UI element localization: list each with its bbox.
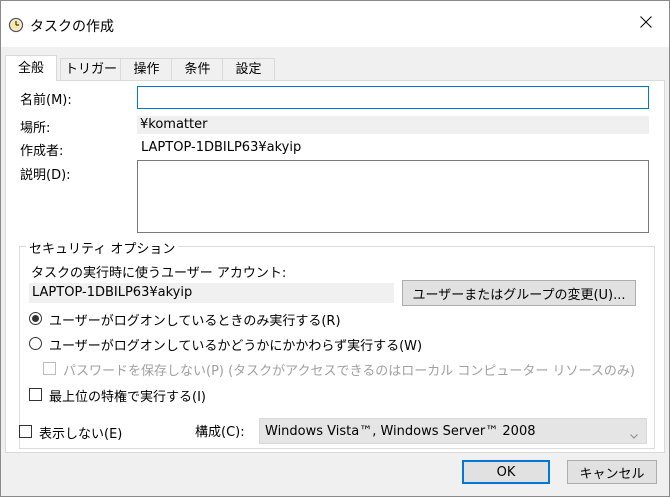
change-user-group-button[interactable]: ユーザーまたはグループの変更(U)... <box>402 280 636 306</box>
radio-run-whether-logged-on-label[interactable]: ユーザーがログオンしているかどうかにかかわらず実行する(W) <box>49 335 422 354</box>
account-value: LAPTOP-1DBILP63¥akyip <box>29 283 394 303</box>
hidden-checkbox[interactable] <box>19 425 32 438</box>
create-task-dialog: タスクの作成 全般 トリガー 操作 条件 設定 名前(M): 場所: ¥koma… <box>0 0 670 497</box>
radio-run-when-logged-on-label[interactable]: ユーザーがログオンしているときのみ実行する(R) <box>49 310 341 329</box>
tab-triggers[interactable]: トリガー <box>60 58 122 80</box>
location-value: ¥komatter <box>137 116 649 134</box>
highest-privileges-label[interactable]: 最上位の特権で実行する(I) <box>49 386 206 405</box>
cancel-button[interactable]: キャンセル <box>567 460 657 484</box>
close-icon <box>640 16 652 32</box>
config-label: 構成(C): <box>195 425 245 440</box>
tab-actions[interactable]: 操作 <box>120 58 173 80</box>
author-label: 作成者: <box>20 144 64 159</box>
location-label: 場所: <box>20 121 51 136</box>
bottom-edge <box>1 489 669 496</box>
account-prompt: タスクの実行時に使うユーザー アカウント: <box>31 266 287 281</box>
close-button[interactable] <box>623 1 669 47</box>
name-label: 名前(M): <box>20 93 72 108</box>
radio-selected-dot <box>32 315 39 322</box>
radio-run-when-logged-on[interactable] <box>29 312 42 325</box>
config-select-value: Windows Vista™, Windows Server™ 2008 <box>265 424 536 439</box>
tab-settings[interactable]: 設定 <box>222 58 275 80</box>
radio-run-whether-logged-on[interactable] <box>29 337 42 350</box>
chevron-down-icon <box>630 428 638 443</box>
tab-general[interactable]: 全般 <box>5 55 57 81</box>
title-bar: タスクの作成 <box>1 1 669 47</box>
config-select[interactable]: Windows Vista™, Windows Server™ 2008 <box>259 418 647 444</box>
name-input[interactable] <box>137 86 649 109</box>
author-value: LAPTOP-1DBILP63¥akyip <box>141 140 302 155</box>
no-store-password-checkbox[interactable] <box>43 362 56 375</box>
general-tab-panel: 名前(M): 場所: ¥komatter 作成者: LAPTOP-1DBILP6… <box>5 80 665 453</box>
hidden-label[interactable]: 表示しない(E) <box>39 423 122 442</box>
description-textarea[interactable] <box>137 160 649 233</box>
highest-privileges-checkbox[interactable] <box>29 388 42 401</box>
clock-icon <box>8 17 24 33</box>
security-options-title: セキュリティ オプション <box>26 238 179 257</box>
no-store-password-label: パスワードを保存しない(P) (タスクがアクセスできるのはローカル コンピュータ… <box>63 364 635 379</box>
window-title: タスクの作成 <box>30 19 114 35</box>
tab-conditions[interactable]: 条件 <box>171 58 224 80</box>
ok-button[interactable]: OK <box>462 460 550 484</box>
description-label: 説明(D): <box>20 168 71 183</box>
